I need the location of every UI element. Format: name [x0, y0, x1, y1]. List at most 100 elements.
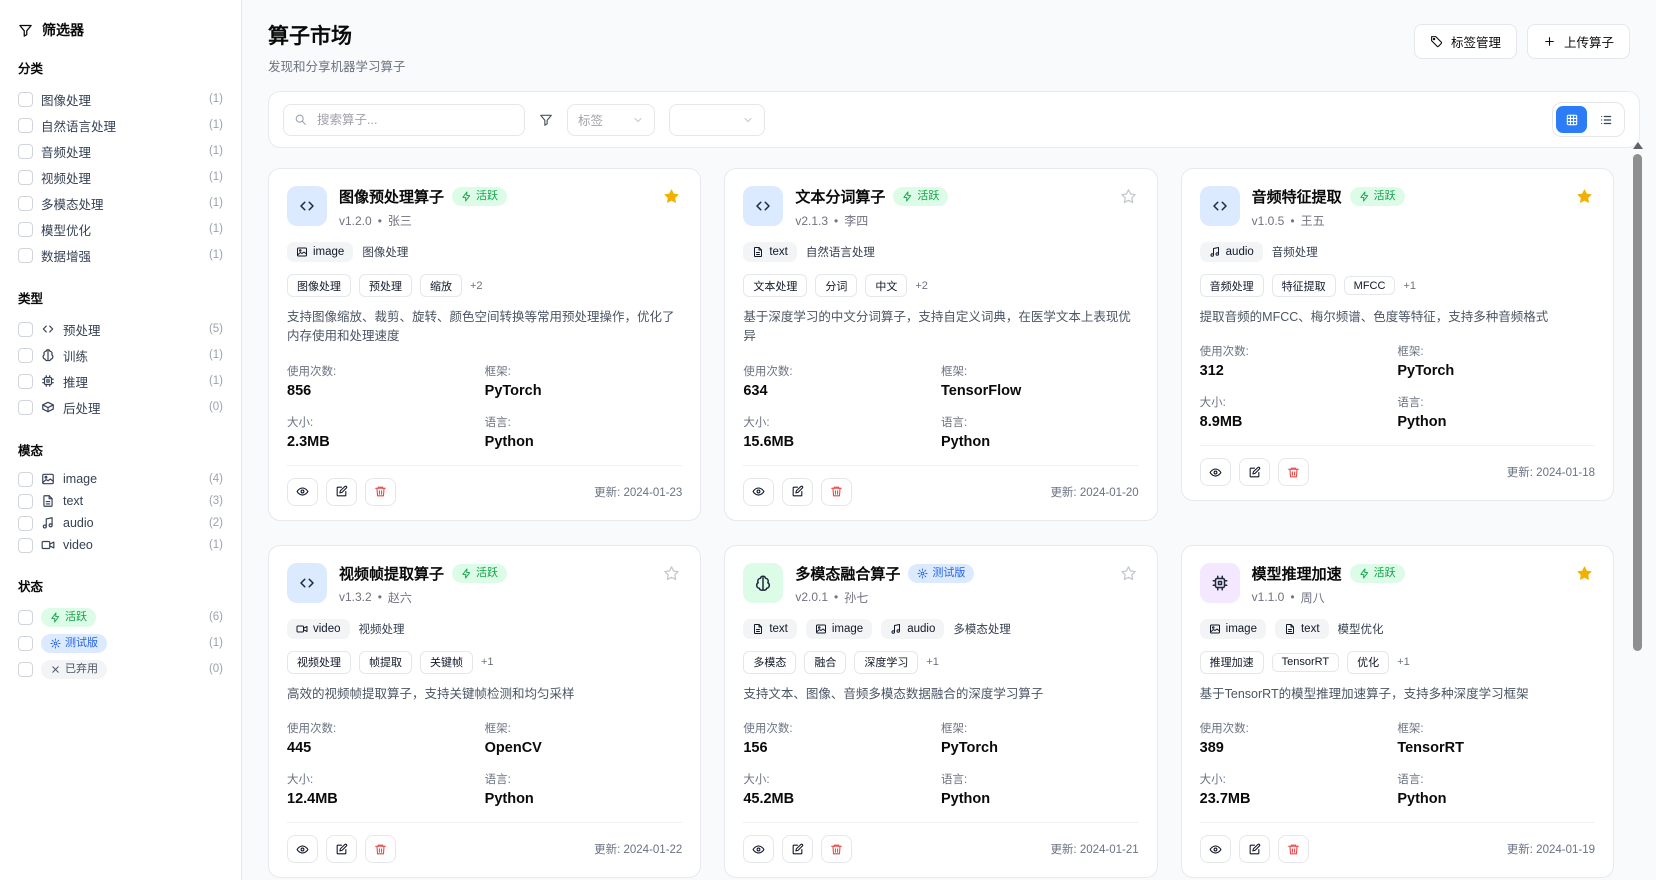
checkbox[interactable]	[18, 610, 33, 625]
filter-option[interactable]: 图像处理 (1)	[18, 86, 223, 112]
checkbox[interactable]	[18, 348, 33, 363]
checkbox[interactable]	[18, 538, 33, 553]
secondary-filter-select[interactable]	[669, 104, 765, 136]
usage-count: 634	[743, 383, 941, 399]
music-icon	[1209, 246, 1221, 258]
delete-button[interactable]	[821, 478, 852, 506]
filter-option-count: (1)	[209, 223, 223, 235]
filter-option[interactable]: audio (2)	[18, 512, 223, 534]
scrollbar-thumb[interactable]	[1633, 154, 1642, 651]
edit-button[interactable]	[1239, 458, 1270, 486]
favorite-star-button[interactable]	[1574, 563, 1595, 587]
edit-button[interactable]	[1239, 835, 1270, 863]
favorite-star-button[interactable]	[1118, 563, 1139, 587]
filter-option[interactable]: 模型优化 (1)	[18, 216, 223, 242]
filter-option[interactable]: 视频处理 (1)	[18, 164, 223, 190]
filter-option[interactable]: 自然语言处理 (1)	[18, 112, 223, 138]
tag-filter-select[interactable]: 标签	[567, 104, 655, 136]
edit-button[interactable]	[782, 835, 813, 863]
list-view-button[interactable]	[1590, 106, 1621, 133]
scrollbar[interactable]	[1632, 142, 1643, 874]
checkbox[interactable]	[18, 472, 33, 487]
stat-size: 大小:8.9MB	[1200, 394, 1398, 430]
filter-option[interactable]: 活跃 (6)	[18, 604, 223, 630]
view-button[interactable]	[287, 478, 318, 506]
stat-label: 语言:	[485, 414, 683, 430]
checkbox[interactable]	[18, 92, 33, 107]
sidebar-title: 筛选器	[42, 20, 84, 40]
status-badge: 活跃	[1350, 187, 1405, 206]
filter-option[interactable]: 训练 (1)	[18, 342, 223, 368]
tag-pill: 音频处理	[1200, 274, 1264, 297]
filter-option[interactable]: video (1)	[18, 534, 223, 556]
view-toggle	[1552, 102, 1625, 137]
tag-pill: 特征提取	[1272, 274, 1336, 297]
checkbox[interactable]	[18, 322, 33, 337]
checkbox[interactable]	[18, 196, 33, 211]
operator-card: 文本分词算子 活跃 v2.1.3 • 李四 text 自然语言处理 文本处理分词…	[724, 168, 1157, 521]
filter-option[interactable]: 后处理 (0)	[18, 394, 223, 420]
checkbox[interactable]	[18, 170, 33, 185]
tag-pill: 推理加速	[1200, 651, 1264, 674]
delete-button[interactable]	[1278, 458, 1309, 486]
checkbox[interactable]	[18, 222, 33, 237]
checkbox[interactable]	[18, 516, 33, 531]
video-icon	[41, 538, 55, 552]
checkbox[interactable]	[18, 144, 33, 159]
checkbox[interactable]	[18, 118, 33, 133]
filter-option[interactable]: 预处理 (5)	[18, 316, 223, 342]
checkbox[interactable]	[18, 400, 33, 415]
modality-badge: text	[743, 242, 797, 262]
favorite-star-button[interactable]	[1118, 186, 1139, 210]
card-header: 视频帧提取算子 活跃 v1.3.2 • 赵六	[287, 563, 682, 606]
delete-button[interactable]	[821, 835, 852, 863]
checkbox[interactable]	[18, 374, 33, 389]
operator-category: 模型优化	[1338, 621, 1384, 637]
scrollbar-up-arrow[interactable]	[1633, 142, 1643, 149]
favorite-star-button[interactable]	[661, 186, 682, 210]
operator-title: 视频帧提取算子	[339, 563, 444, 584]
view-button[interactable]	[743, 835, 774, 863]
checkbox[interactable]	[18, 662, 33, 677]
filter-option[interactable]: image (4)	[18, 468, 223, 490]
tag-pill: 关键帧	[420, 651, 473, 674]
updated-date: 更新: 2024-01-21	[1050, 841, 1138, 857]
language-value: Python	[485, 791, 683, 807]
more-tags-count: +1	[481, 656, 494, 668]
grid-view-button[interactable]	[1556, 106, 1587, 133]
filter-option[interactable]: 推理 (1)	[18, 368, 223, 394]
delete-button[interactable]	[365, 478, 396, 506]
view-button[interactable]	[1200, 458, 1231, 486]
checkbox[interactable]	[18, 636, 33, 651]
tag-manage-button[interactable]: 标签管理	[1414, 24, 1517, 59]
checkbox[interactable]	[18, 248, 33, 263]
filter-option[interactable]: 多模态处理 (1)	[18, 190, 223, 216]
code-icon	[41, 322, 55, 336]
filter-option-label: 图像处理	[41, 90, 91, 109]
upload-operator-button[interactable]: 上传算子	[1527, 24, 1630, 59]
star-icon	[1576, 188, 1593, 205]
filter-option[interactable]: 音频处理 (1)	[18, 138, 223, 164]
favorite-star-button[interactable]	[1574, 186, 1595, 210]
checkbox[interactable]	[18, 494, 33, 509]
view-button[interactable]	[287, 835, 318, 863]
filter-option[interactable]: 测试版 (1)	[18, 630, 223, 656]
card-heading-text: 图像预处理算子 活跃 v1.2.0 • 张三	[339, 186, 649, 229]
edit-button[interactable]	[326, 478, 357, 506]
stats-grid: 使用次数:312 框架:PyTorch 大小:8.9MB 语言:Python	[1200, 343, 1595, 430]
header-actions: 标签管理 上传算子	[1414, 24, 1630, 59]
view-button[interactable]	[743, 478, 774, 506]
stat-label: 框架:	[1397, 343, 1595, 359]
filter-option[interactable]: text (3)	[18, 490, 223, 512]
edit-button[interactable]	[782, 478, 813, 506]
delete-button[interactable]	[365, 835, 396, 863]
filter-option[interactable]: 已弃用 (0)	[18, 656, 223, 682]
favorite-star-button[interactable]	[661, 563, 682, 587]
search-input[interactable]	[315, 112, 514, 128]
tags-row: 多模态融合深度学习 +1	[743, 651, 1138, 674]
view-button[interactable]	[1200, 835, 1231, 863]
stat-language: 语言:Python	[485, 414, 683, 450]
filter-option[interactable]: 数据增强 (1)	[18, 242, 223, 268]
delete-button[interactable]	[1278, 835, 1309, 863]
edit-button[interactable]	[326, 835, 357, 863]
